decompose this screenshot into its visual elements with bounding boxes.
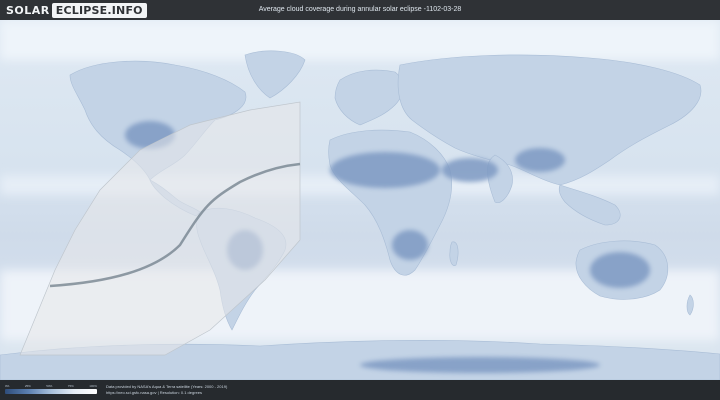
eclipse-cloud-map-page: SOLAR ECLIPSE.INFO Average cloud coverag…	[0, 0, 720, 400]
madagascar-land	[449, 241, 459, 266]
africa-land	[328, 129, 452, 276]
cloud-coverage-legend: 0% 25% 50% 75% 100%	[5, 384, 97, 398]
header-bar: SOLAR ECLIPSE.INFO Average cloud coverag…	[0, 0, 720, 20]
page-title: Average cloud coverage during annular so…	[258, 6, 462, 13]
world-map-svg	[0, 20, 720, 380]
credits-line-2[interactable]: https://neo.sci.gsfc.nasa.gov | Resoluti…	[106, 390, 346, 396]
sahara-clear-sky	[330, 152, 440, 188]
arabia-clear-sky	[442, 158, 498, 182]
southern-africa-clear-sky	[392, 230, 428, 260]
legend-color-bar	[5, 389, 97, 394]
australia-clear-sky	[590, 252, 650, 288]
tibet-clear-sky	[515, 148, 565, 172]
antarctic-clear-sky	[360, 357, 600, 373]
world-cloud-map	[0, 20, 720, 380]
data-credits: Data provided by NASA's Aqua & Terra sat…	[106, 384, 346, 396]
greenland-land	[244, 50, 306, 99]
footer-bar: 0% 25% 50% 75% 100% Data provided by NAS…	[0, 380, 720, 400]
arctic-cloud-band	[0, 20, 720, 60]
europe-land	[334, 69, 403, 126]
